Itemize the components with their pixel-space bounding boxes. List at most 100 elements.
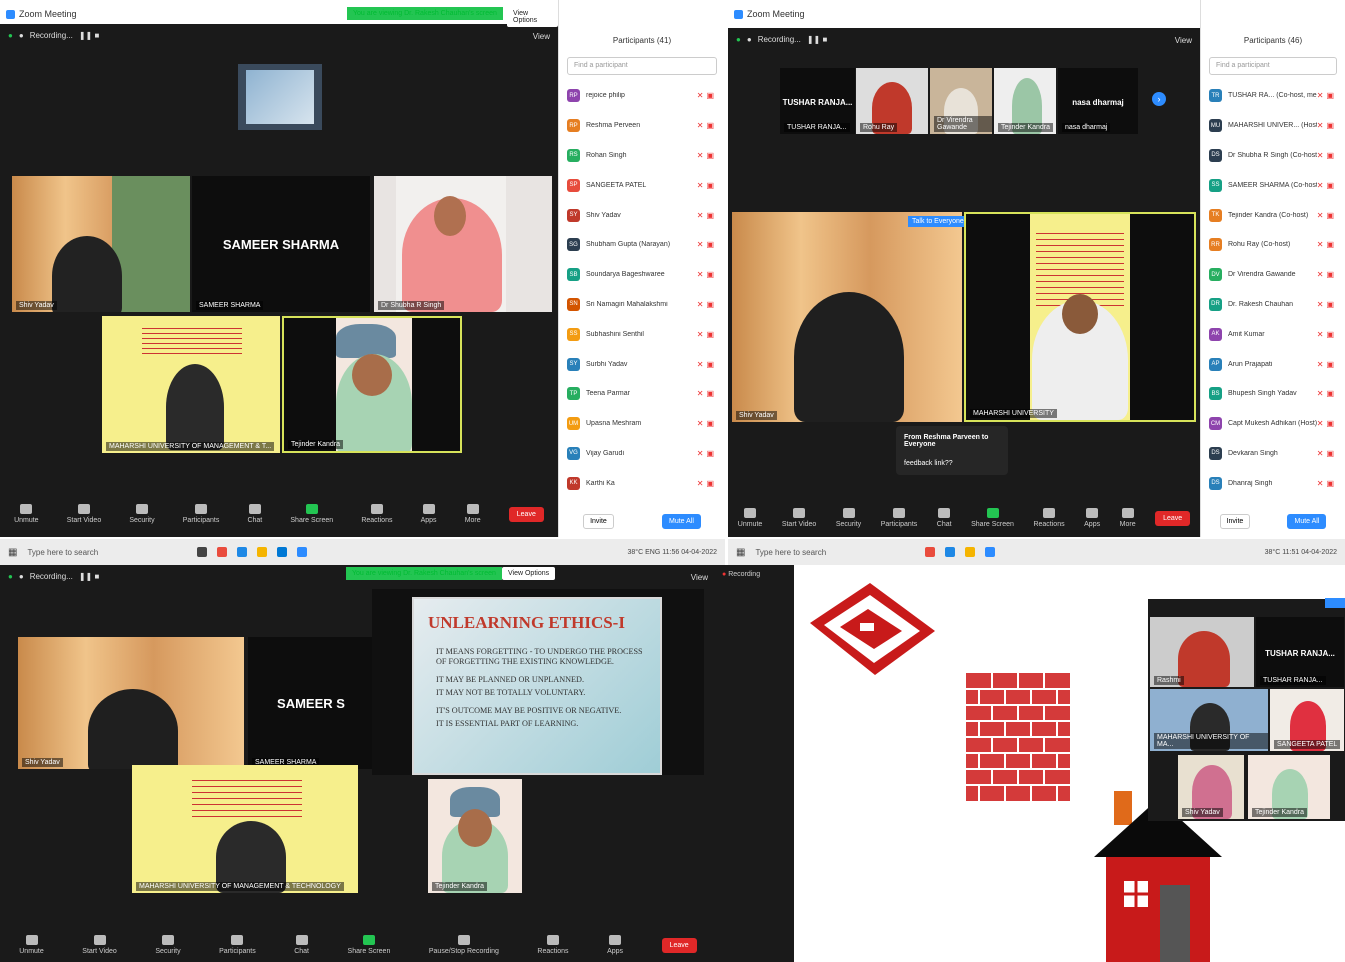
- shared-screen[interactable]: UNLEARNING ETHICS-I IT MEANS FORGETTING …: [372, 589, 704, 775]
- pause-icon[interactable]: ❚❚ ■: [807, 35, 827, 44]
- floating-gallery[interactable]: Rashmi TUSHAR RANJA... TUSHAR RANJA... M…: [1148, 598, 1345, 821]
- video-tile-active[interactable]: MAHARSHI UNIVERSITY: [964, 212, 1196, 422]
- invite-button[interactable]: Invite: [583, 514, 614, 529]
- video-tile[interactable]: SANGEETA PATEL: [1270, 689, 1344, 751]
- folder-icon[interactable]: [965, 547, 976, 557]
- participant-search-input[interactable]: Find a participant: [1209, 57, 1337, 75]
- participant-row[interactable]: RS Rohan Singh ✕▣: [559, 141, 725, 171]
- view-button[interactable]: View: [1175, 36, 1192, 45]
- participant-row[interactable]: DS Devkaran Singh ✕▣: [1201, 439, 1345, 469]
- share-screen-button[interactable]: Share Screen: [348, 935, 390, 955]
- mic-video-off-icon[interactable]: ✕▣: [697, 479, 717, 488]
- edge-icon[interactable]: [945, 547, 956, 557]
- participant-row[interactable]: TK Tejinder Kandra (Co-host) ✕▣: [1201, 200, 1345, 230]
- participant-row[interactable]: SP SANGEETA PATEL ✕▣: [559, 170, 725, 200]
- video-tile[interactable]: SAMEER SHARMA SAMEER SHARMA: [192, 176, 370, 312]
- participant-row[interactable]: VG Vijay Garudi ✕▣: [559, 439, 725, 469]
- mic-video-off-icon[interactable]: ✕▣: [1317, 181, 1337, 190]
- reactions-button[interactable]: Reactions: [537, 935, 569, 955]
- participant-row[interactable]: AP Arun Prajapati ✕▣: [1201, 349, 1345, 379]
- participant-row[interactable]: CM Capt Mukesh Adhikari (Host) ✕▣: [1201, 409, 1345, 439]
- view-button[interactable]: View: [533, 32, 550, 41]
- video-tile[interactable]: SAMEER S SAMEER SHARMA: [248, 637, 374, 769]
- pause-recording-button[interactable]: Pause/Stop Recording: [429, 935, 499, 955]
- video-tile[interactable]: MAHARSHI UNIVERSITY OF MA...: [1150, 689, 1268, 751]
- mic-video-off-icon[interactable]: ✕▣: [697, 181, 717, 190]
- video-tile[interactable]: Dr Shubha R Singh: [374, 176, 552, 312]
- participant-row[interactable]: DS Dr Shubha R Singh (Co-host) ✕▣: [1201, 141, 1345, 171]
- video-tile[interactable]: Shiv Yadav: [18, 637, 244, 769]
- share-screen-button[interactable]: Share Screen: [290, 504, 333, 524]
- shared-screen-thumb[interactable]: [238, 64, 322, 130]
- windows-start-icon[interactable]: ▦: [8, 547, 17, 558]
- participant-row[interactable]: SN Sri Namagiri Mahalakshmi ✕▣: [559, 290, 725, 320]
- invite-button[interactable]: Invite: [1219, 514, 1251, 529]
- participant-row[interactable]: KK Karthi Ka ✕▣: [559, 468, 725, 498]
- participant-row[interactable]: RR Rohu Ray (Co-host) ✕▣: [1201, 230, 1345, 260]
- leave-button[interactable]: Leave: [508, 506, 544, 522]
- mic-video-off-icon[interactable]: ✕▣: [697, 360, 717, 369]
- view-button[interactable]: View: [691, 573, 708, 582]
- task-view-icon[interactable]: [197, 547, 208, 557]
- participants-button[interactable]: Participants: [881, 508, 917, 528]
- shield-icon[interactable]: ●: [736, 35, 741, 44]
- reactions-button[interactable]: Reactions: [1033, 508, 1065, 528]
- unmute-button[interactable]: Unmute: [738, 508, 762, 528]
- mic-video-off-icon[interactable]: ✕▣: [697, 419, 717, 428]
- pause-icon[interactable]: ❚❚ ■: [79, 572, 99, 581]
- mic-video-off-icon[interactable]: ✕▣: [1317, 151, 1337, 160]
- participant-row[interactable]: SS Subhashini Senthil ✕▣: [559, 319, 725, 349]
- video-tile-active[interactable]: Tejinder Kandra: [282, 316, 462, 453]
- participant-row[interactable]: DS Dhanraj Singh ✕▣: [1201, 468, 1345, 498]
- mic-video-off-icon[interactable]: ✕▣: [697, 449, 717, 458]
- participant-row[interactable]: RP Reshma Perveen ✕▣: [559, 111, 725, 141]
- video-tile[interactable]: TUSHAR RANJA... TUSHAR RANJA...: [780, 68, 855, 134]
- participant-row[interactable]: SB Soundarya Bageshwaree ✕▣: [559, 260, 725, 290]
- participant-row[interactable]: RP rejoice philip ✕▣: [559, 81, 725, 111]
- taskbar-search[interactable]: Type here to search: [27, 548, 187, 557]
- talk-to-everyone[interactable]: Talk to Everyone: [908, 216, 968, 227]
- apps-button[interactable]: Apps: [607, 935, 623, 955]
- chat-popup[interactable]: From Reshma Parveen to Everyone feedback…: [896, 426, 1008, 475]
- apps-button[interactable]: Apps: [421, 504, 437, 524]
- video-tile[interactable]: MAHARSHI UNIVERSITY OF MANAGEMENT & T...: [102, 316, 280, 453]
- security-button[interactable]: Security: [129, 504, 155, 524]
- video-tile[interactable]: MAHARSHI UNIVERSITY OF MANAGEMENT & TECH…: [132, 765, 358, 893]
- participants-button[interactable]: Participants: [183, 504, 219, 524]
- shield-icon[interactable]: ●: [8, 572, 13, 581]
- mic-video-off-icon[interactable]: ✕▣: [1317, 270, 1337, 279]
- mic-video-off-icon[interactable]: ✕▣: [1317, 121, 1337, 130]
- video-tile[interactable]: Tejinder Kandra: [994, 68, 1056, 134]
- more-button[interactable]: More: [1120, 508, 1136, 528]
- chrome-icon[interactable]: [925, 547, 936, 557]
- participant-search-input[interactable]: Find a participant: [567, 57, 717, 75]
- leave-button[interactable]: Leave: [661, 937, 697, 953]
- mic-video-off-icon[interactable]: ✕▣: [697, 211, 717, 220]
- pause-icon[interactable]: ❚❚ ■: [79, 31, 99, 40]
- mic-video-off-icon[interactable]: ✕▣: [697, 330, 717, 339]
- mic-video-off-icon[interactable]: ✕▣: [1317, 479, 1337, 488]
- mic-video-off-icon[interactable]: ✕▣: [1317, 240, 1337, 249]
- security-button[interactable]: Security: [155, 935, 181, 955]
- mic-video-off-icon[interactable]: ✕▣: [1317, 330, 1337, 339]
- mute-all-button[interactable]: Mute All: [1287, 514, 1327, 529]
- video-tile[interactable]: Tejinder Kandra: [428, 779, 522, 893]
- zoom-taskbar-icon[interactable]: [985, 547, 996, 557]
- mic-video-off-icon[interactable]: ✕▣: [1317, 91, 1337, 100]
- participant-row[interactable]: DV Dr Virendra Gawande ✕▣: [1201, 260, 1345, 290]
- participant-row[interactable]: UM Upasna Meshram ✕▣: [559, 409, 725, 439]
- mute-all-button[interactable]: Mute All: [661, 514, 701, 529]
- participants-button[interactable]: Participants: [219, 935, 256, 955]
- store-icon[interactable]: [277, 547, 288, 557]
- start-video-button[interactable]: Start Video: [782, 508, 816, 528]
- video-tile[interactable]: nasa dharmaj nasa dharmaj: [1058, 68, 1138, 134]
- windows-start-icon[interactable]: ▦: [736, 547, 745, 558]
- video-tile[interactable]: Shiv Yadav: [1178, 755, 1244, 819]
- start-video-button[interactable]: Start Video: [67, 504, 101, 524]
- more-button[interactable]: More: [465, 504, 481, 524]
- participant-row[interactable]: AK Amit Kumar ✕▣: [1201, 319, 1345, 349]
- participant-row[interactable]: TP Teena Parmar ✕▣: [559, 379, 725, 409]
- zoom-taskbar-icon[interactable]: [297, 547, 308, 557]
- video-tile[interactable]: Tejinder Kandra: [1248, 755, 1330, 819]
- chrome-icon[interactable]: [217, 547, 228, 557]
